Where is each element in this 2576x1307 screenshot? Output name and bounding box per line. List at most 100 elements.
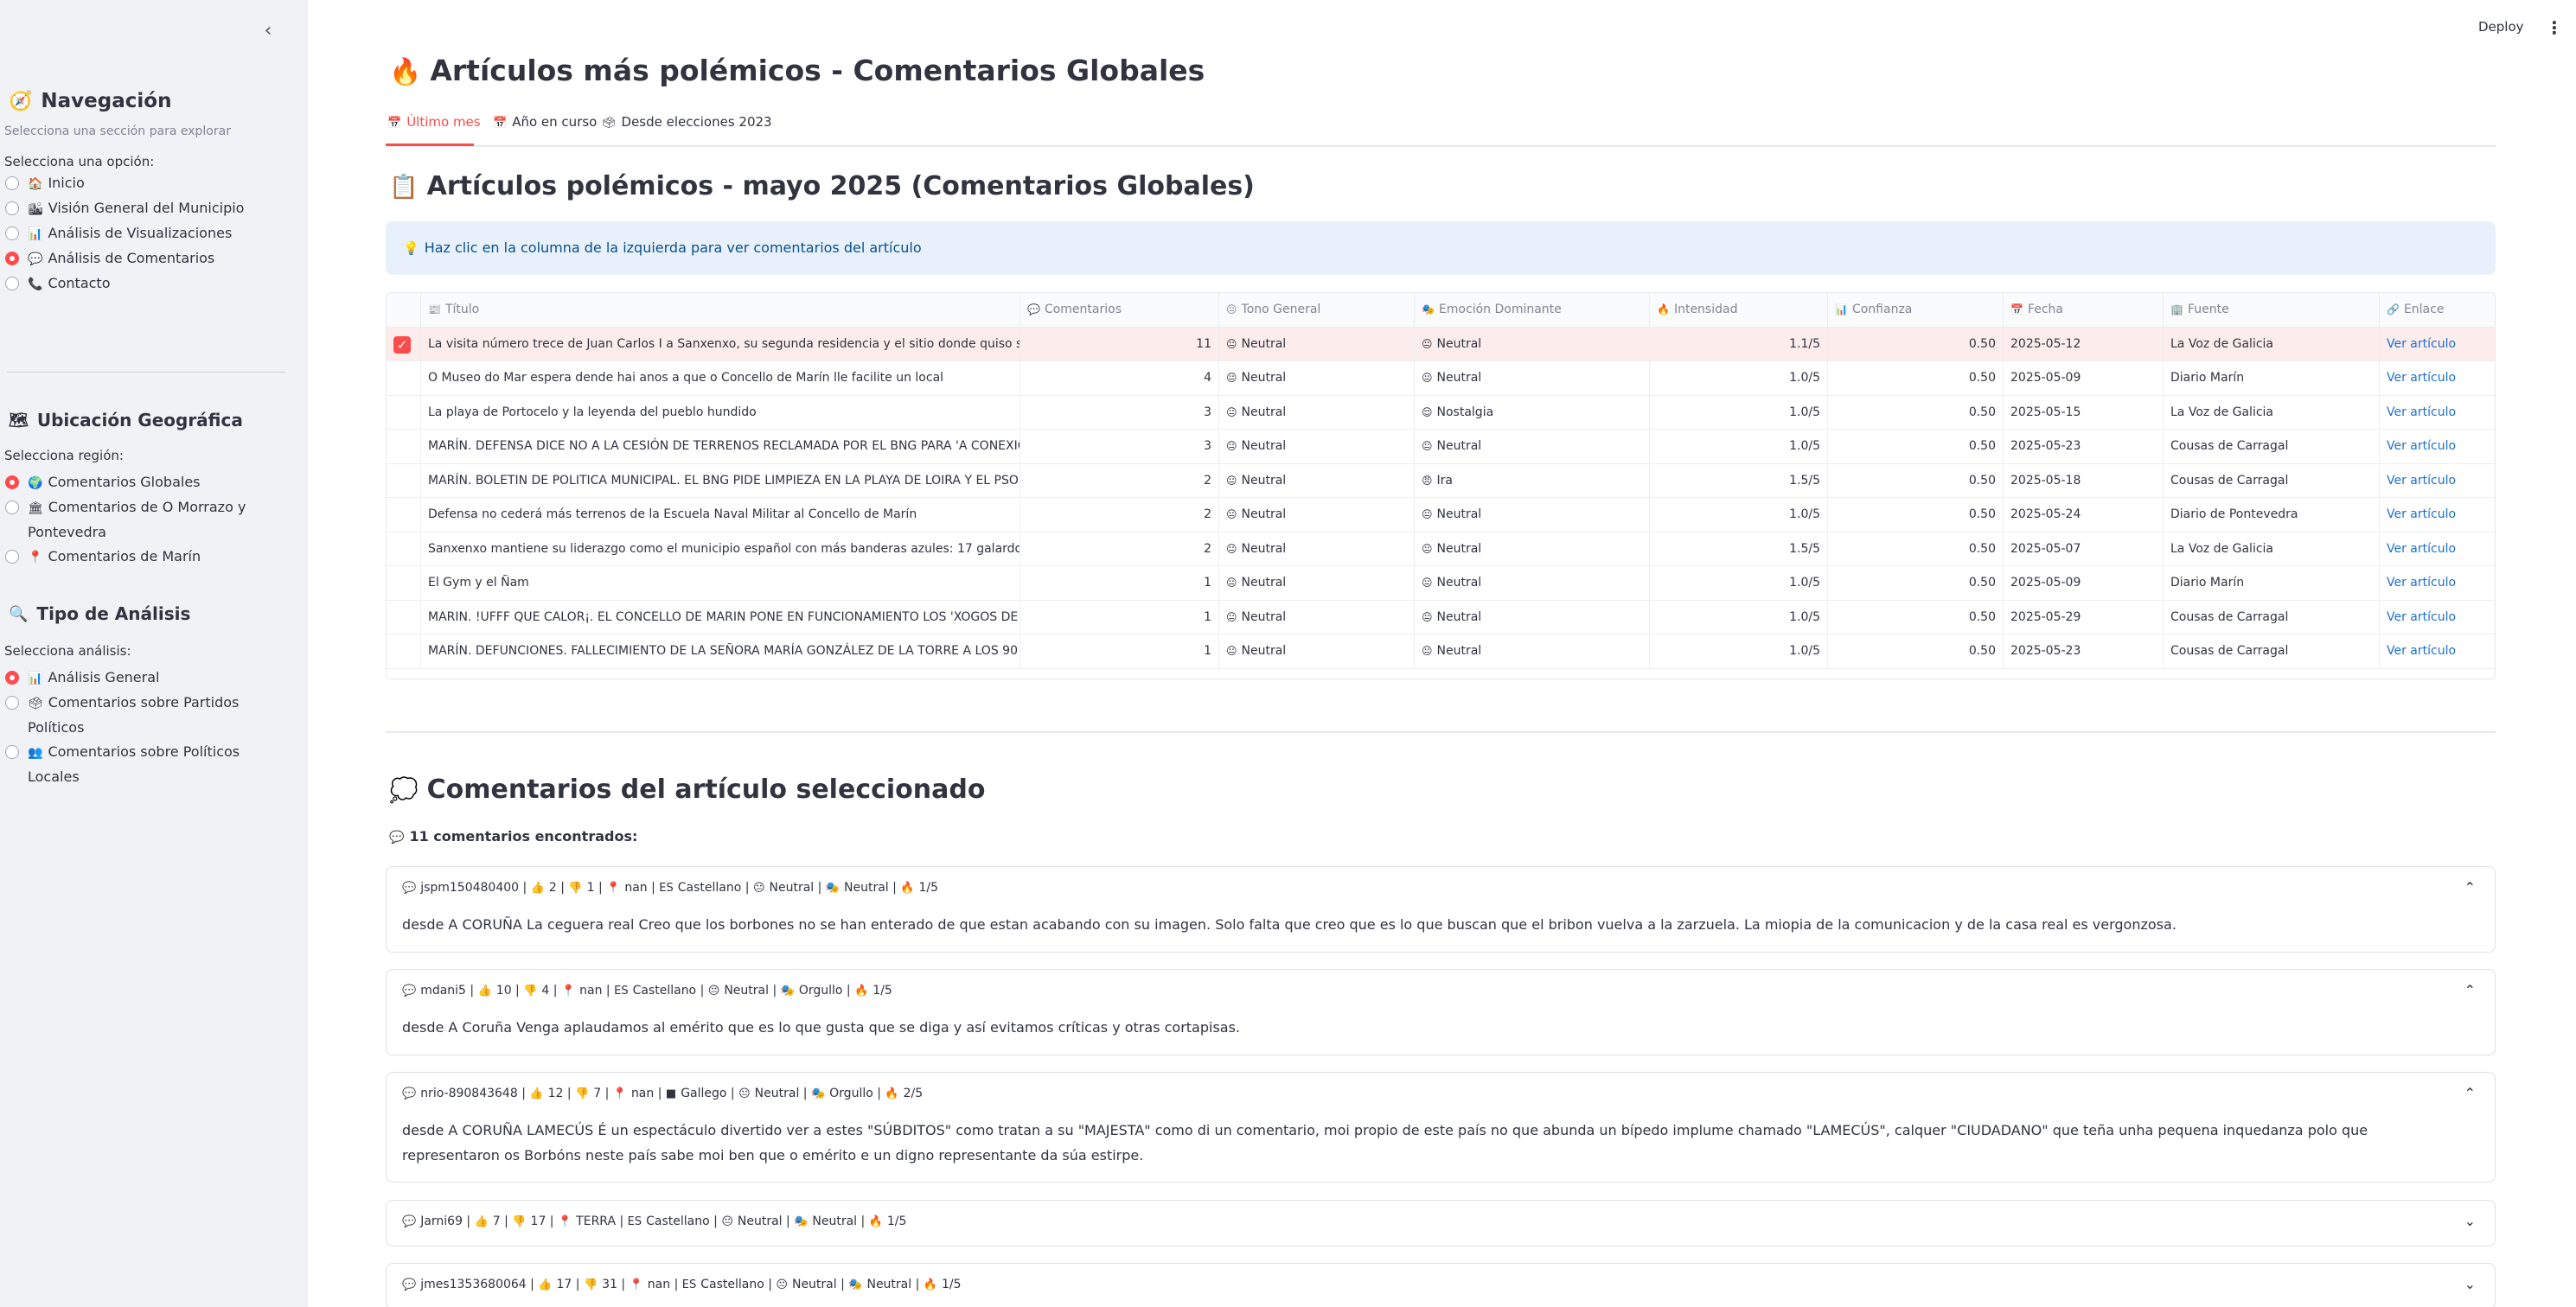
comment-expander[interactable]: 💬 mdani5 | 👍 10 | 👎 4 | 📍 nan | ES Castellano… [386,969,2496,1055]
header-intensidad[interactable]: 🔥 Intensidad [1650,293,1828,327]
comment-expander[interactable]: 💬 jspm150480400 | 👍 2 | 👎 1 | 📍 nan | ES Cast… [386,866,2496,953]
comment-header[interactable]: 💬 Jarni69 | 👍 7 | 👎 17 | 📍 TERRA | ES Castell… [402,1215,906,1228]
comment-expander[interactable]: 💬 Jarni69 | 👍 7 | 👎 17 | 📍 TERRA | ES Castell… [386,1200,2496,1246]
comment-header[interactable]: 💬 mdani5 | 👍 10 | 👎 4 | 📍 nan | ES Castellano… [402,984,892,998]
chevron-up-icon[interactable]: ⌃ [2464,982,2476,998]
cell-link[interactable]: Ver artículo [2380,464,2495,498]
cell-link[interactable]: Ver artículo [2380,430,2495,463]
speech-bubble-icon: 💬 [402,1278,417,1291]
nav-option-contacto[interactable]: 📞 Contacto [0,271,308,296]
radio-button[interactable] [5,277,19,290]
comment-expander[interactable]: 💬 nrio-890843648 | 👍 12 | 👎 7 | 📍 nan | ■ Gal… [386,1072,2496,1183]
table-row[interactable]: Defensa no cederá más terrenos de la Esc… [387,498,2495,532]
region-option-morrazo[interactable]: 🏛 Comentarios de O Morrazo y Pontevedra [0,495,308,545]
checkbox-checked-icon[interactable]: ✓ [393,335,411,354]
cell-link-text[interactable]: Ver artículo [2387,405,2456,419]
header-fuente[interactable]: 🏢 Fuente [2164,293,2380,327]
radio-button[interactable] [5,176,19,190]
fire-icon: 🔥 [885,1087,899,1100]
row-select-cell[interactable] [387,532,421,566]
header-select [387,293,421,327]
nav-option-comentarios[interactable]: 💬 Análisis de Comentarios [0,246,308,271]
analysis-option-politicos[interactable]: 👥 Comentarios sobre Políticos Locales [0,740,308,789]
tab-ano-en-curso[interactable]: 📅 Año en curso [493,114,597,130]
radio-button-selected[interactable] [5,475,19,489]
header-enlace[interactable]: 🔗 Enlace [2380,293,2495,327]
table-row[interactable]: MARÍN. BOLETIN DE POLITICA MUNICIPAL. EL… [387,463,2495,498]
radio-button[interactable] [5,696,19,710]
radio-button[interactable] [5,201,19,215]
chevron-up-icon[interactable]: ⌃ [2464,1085,2476,1101]
radio-button-selected[interactable] [5,671,19,685]
cell-link[interactable]: Ver artículo [2380,498,2495,532]
cell-link-text[interactable]: Ver artículo [2387,610,2456,624]
chevron-down-icon[interactable]: ⌄ [2464,1213,2476,1229]
table-row[interactable]: El Gym y el Ñam 1 😐 Neutral 😐 Neutral 1.0/5 0.5… [387,566,2495,601]
cell-link-text[interactable]: Ver artículo [2387,371,2456,385]
row-select-cell[interactable]: ✓ [387,327,421,361]
row-select-cell[interactable] [387,566,421,600]
cell-link[interactable]: Ver artículo [2380,328,2495,361]
tab-ultimo-mes[interactable]: 📅 Último mes [387,114,481,130]
table-row[interactable]: Sanxenxo mantiene su liderazgo como el m… [387,532,2495,566]
header-emocion[interactable]: 🎭 Emoción Dominante [1415,293,1650,327]
tab-desde-elecciones[interactable]: 🗳 Desde elecciones 2023 [602,114,772,130]
cell-source: Cousas de Carragal [2164,634,2380,668]
radio-button[interactable] [5,550,19,564]
row-select-cell[interactable] [387,634,421,668]
cell-link-text[interactable]: Ver artículo [2387,644,2456,658]
nav-option-inicio[interactable]: 🏠 Inicio [0,171,308,196]
comment-header[interactable]: 💬 jmes1353680064 | 👍 17 | 👎 31 | 📍 nan | ES C… [402,1278,962,1291]
cell-link[interactable]: Ver artículo [2380,361,2495,395]
header-titulo[interactable]: 📰 Título [421,293,1020,327]
cell-link[interactable]: Ver artículo [2380,634,2495,668]
cell-link-text[interactable]: Ver artículo [2387,507,2456,521]
radio-button[interactable] [5,226,19,240]
kebab-menu-icon[interactable]: ⋮ [2546,17,2563,38]
analysis-option-general[interactable]: 📊 Análisis General [0,666,308,691]
chevron-up-icon[interactable]: ⌃ [2464,879,2476,896]
cell-link[interactable]: Ver artículo [2380,566,2495,600]
radio-button[interactable] [5,745,19,759]
region-option-global[interactable]: 🌍 Comentarios Globales [0,470,308,495]
table-row[interactable]: MARÍN. DEFUNCIONES. FALLECIMIENTO DE LA … [387,634,2495,669]
row-select-cell[interactable] [387,600,421,634]
row-select-cell[interactable] [387,430,421,463]
radio-button[interactable] [5,500,19,514]
header-comentarios[interactable]: 💬 Comentarios [1020,293,1219,327]
table-row[interactable]: MARÍN. DEFENSA DICE NO A LA CESIÓN DE TE… [387,430,2495,464]
separator: | [519,881,531,895]
chevron-left-icon[interactable]: ‹ [256,19,280,43]
comment-header[interactable]: 💬 jspm150480400 | 👍 2 | 👎 1 | 📍 nan | ES Cast… [402,881,938,895]
row-select-cell[interactable] [387,498,421,532]
chevron-down-icon[interactable]: ⌄ [2464,1276,2476,1292]
cell-link[interactable]: Ver artículo [2380,601,2495,634]
cell-link-text[interactable]: Ver artículo [2387,439,2456,453]
cell-link-text[interactable]: Ver artículo [2387,542,2456,556]
region-option-marin[interactable]: 📍 Comentarios de Marín [0,545,308,570]
table-row[interactable]: La playa de Portocelo y la leyenda del p… [387,395,2495,430]
nav-option-visualizaciones[interactable]: 📊 Análisis de Visualizaciones [0,221,308,246]
comment-header[interactable]: 💬 nrio-890843648 | 👍 12 | 👎 7 | 📍 nan | ■ Gal… [402,1087,923,1100]
comment-expander[interactable]: 💬 jmes1353680064 | 👍 17 | 👎 31 | 📍 nan | ES C… [386,1263,2496,1307]
radio-button-selected[interactable] [5,252,19,265]
cell-link[interactable]: Ver artículo [2380,396,2495,430]
separator: | [602,984,615,998]
table-row[interactable]: O Museo do Mar espera dende hai anos a q… [387,361,2495,396]
row-select-cell[interactable] [387,395,421,430]
row-select-cell[interactable] [387,463,421,498]
analysis-option-partidos[interactable]: 🗳 Comentarios sobre Partidos Políticos [0,691,308,740]
cell-link[interactable]: Ver artículo [2380,532,2495,566]
language-flag-icon: ES [681,1278,697,1291]
cell-link-text[interactable]: Ver artículo [2387,576,2456,590]
header-fecha[interactable]: 📅 Fecha [2004,293,2164,327]
cell-link-text[interactable]: Ver artículo [2387,337,2456,351]
table-row[interactable]: ✓ La visita número trece de Juan Carlos I… [387,327,2495,361]
table-row[interactable]: MARIN. !UFFF QUE CALOR¡. EL CONCELLO DE … [387,600,2495,634]
comment-lang: Castellano [677,881,742,895]
nav-option-vision-general[interactable]: 🏙 Visión General del Municipio [0,196,308,221]
header-confianza[interactable]: 📊 Confianza [1828,293,2004,327]
cell-link-text[interactable]: Ver artículo [2387,474,2456,488]
row-select-cell[interactable] [387,361,421,395]
header-tono[interactable]: 😐 Tono General [1219,293,1415,327]
